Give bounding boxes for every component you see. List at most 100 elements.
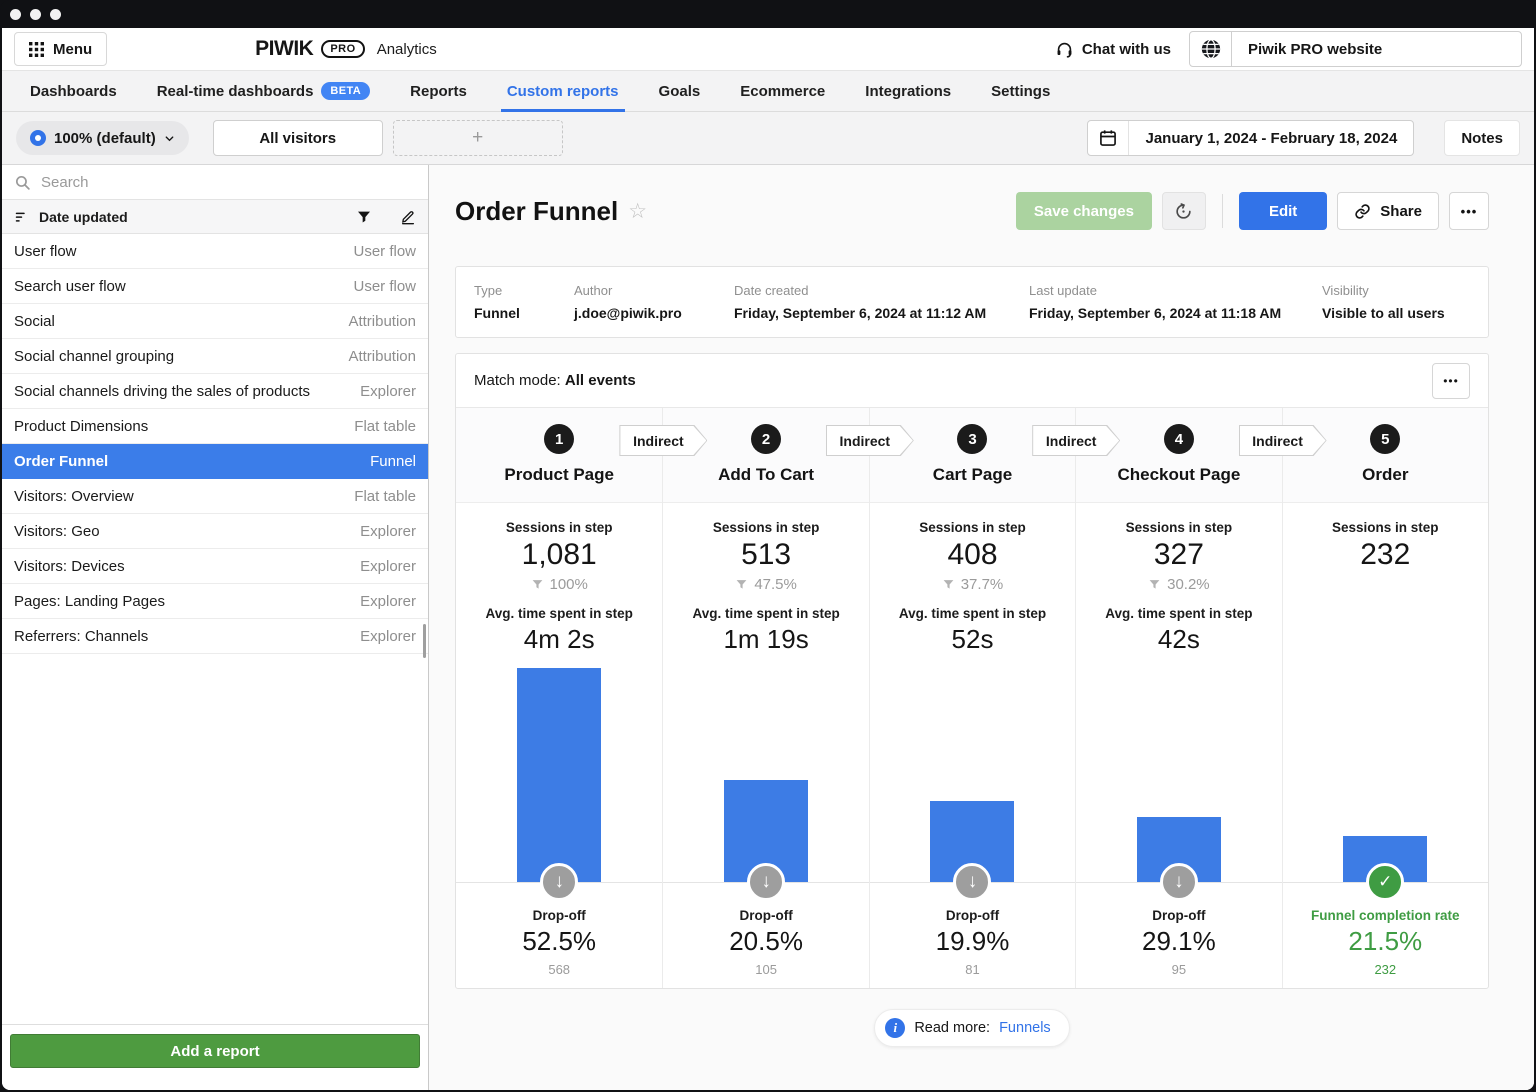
- nav-tab-ecommerce[interactable]: Ecommerce: [720, 71, 845, 111]
- sort-label[interactable]: Date updated: [39, 209, 346, 225]
- step-stats: Sessions in step 32730.2%Avg. time spent…: [1076, 503, 1281, 651]
- completion-label: Funnel completion rate: [1283, 908, 1488, 923]
- sessions-label: Sessions in step: [456, 520, 662, 535]
- report-name: Order Funnel: [14, 453, 108, 470]
- window-control-dot[interactable]: [50, 9, 61, 20]
- report-name: Search user flow: [14, 278, 126, 295]
- sidebar-item-social-channels-driving-the-sales-of-products[interactable]: Social channels driving the sales of pro…: [2, 374, 428, 409]
- edit-button[interactable]: Edit: [1239, 192, 1327, 230]
- nav-tab-custom-reports[interactable]: Custom reports: [487, 71, 639, 111]
- nav-tab-dashboards[interactable]: Dashboards: [10, 71, 137, 111]
- add-segment-button[interactable]: +: [393, 120, 563, 156]
- report-name: Social channels driving the sales of pro…: [14, 383, 310, 400]
- sidebar-item-referrers-channels[interactable]: Referrers: ChannelsExplorer: [2, 619, 428, 654]
- read-more-link[interactable]: Funnels: [999, 1020, 1051, 1036]
- more-actions-button[interactable]: •••: [1449, 192, 1489, 230]
- avg-time-label: Avg. time spent in step: [1076, 606, 1281, 621]
- nav-tabs: DashboardsReal-time dashboardsBETAReport…: [2, 70, 1534, 112]
- read-more-pill[interactable]: i Read more: Funnels: [874, 1009, 1069, 1047]
- sidebar-item-pages-landing-pages[interactable]: Pages: Landing PagesExplorer: [2, 584, 428, 619]
- date-range-picker[interactable]: January 1, 2024 - February 18, 2024: [1087, 120, 1414, 156]
- add-report-button[interactable]: Add a report: [10, 1034, 420, 1068]
- completion-count: 232: [1283, 962, 1488, 977]
- sessions-label: Sessions in step: [663, 520, 868, 535]
- sidebar-item-product-dimensions[interactable]: Product DimensionsFlat table: [2, 409, 428, 444]
- sidebar-item-search-user-flow[interactable]: Search user flowUser flow: [2, 269, 428, 304]
- report-type: Attribution: [348, 348, 416, 365]
- edit-pencil-icon[interactable]: [400, 209, 416, 225]
- sidebar-item-visitors-geo[interactable]: Visitors: GeoExplorer: [2, 514, 428, 549]
- traffic-sample-dropdown[interactable]: 100% (default): [16, 121, 189, 155]
- sessions-label: Sessions in step: [1076, 520, 1281, 535]
- sidebar-item-visitors-overview[interactable]: Visitors: OverviewFlat table: [2, 479, 428, 514]
- menu-button[interactable]: Menu: [14, 32, 107, 66]
- avg-time-label: Avg. time spent in step: [663, 606, 868, 621]
- search-input[interactable]: [41, 174, 416, 191]
- nav-tab-reports[interactable]: Reports: [390, 71, 487, 111]
- sidebar-item-order-funnel[interactable]: Order FunnelFunnel: [2, 444, 428, 479]
- meta-label: Author: [574, 283, 734, 298]
- sidebar-footer: Add a report: [2, 1024, 428, 1090]
- indirect-connector: Indirect: [1239, 425, 1327, 456]
- funnel-card: Match mode: All events ••• 1 Product Pag…: [455, 353, 1489, 989]
- app-header: Menu PIWIK PRO Analytics Chat with us: [2, 28, 1534, 70]
- match-mode-label: Match mode:: [474, 372, 561, 389]
- report-name: Product Dimensions: [14, 418, 148, 435]
- share-button[interactable]: Share: [1337, 192, 1439, 230]
- nav-tab-real-time-dashboards[interactable]: Real-time dashboardsBETA: [137, 71, 390, 111]
- ellipsis-icon: •••: [1443, 374, 1459, 388]
- segment-all-visitors-button[interactable]: All visitors: [213, 120, 383, 156]
- report-name: Visitors: Devices: [14, 558, 125, 575]
- favorite-star-icon[interactable]: ☆: [628, 199, 647, 224]
- meta-value: Friday, September 6, 2024 at 11:12 AM: [734, 305, 1029, 321]
- dropoff-arrow-icon: ↓: [540, 863, 578, 901]
- sidebar-scrollbar[interactable]: [423, 624, 426, 658]
- sidebar-item-user-flow[interactable]: User flowUser flow: [2, 234, 428, 269]
- menu-label: Menu: [53, 41, 92, 58]
- window-controls[interactable]: [10, 9, 61, 20]
- dropoff-label: Drop-off: [870, 908, 1075, 923]
- nav-tab-goals[interactable]: Goals: [639, 71, 721, 111]
- logo-piwik-text: PIWIK: [255, 37, 313, 61]
- dropoff-count: 568: [456, 962, 662, 977]
- sidebar-item-social[interactable]: SocialAttribution: [2, 304, 428, 339]
- completion-check-icon: ✓: [1366, 863, 1404, 901]
- dropoff-arrow-icon: ↓: [1160, 863, 1198, 901]
- step-number: 1: [544, 424, 574, 454]
- step-bar-area: ↓: [870, 651, 1075, 883]
- nav-tab-label: Settings: [991, 83, 1050, 100]
- sort-row: Date updated: [2, 200, 428, 234]
- save-changes-button[interactable]: Save changes: [1016, 192, 1152, 230]
- step-name: Checkout Page: [1117, 465, 1240, 485]
- site-selector[interactable]: Piwik PRO website: [1189, 31, 1522, 67]
- dropoff-percent: 19.9%: [870, 926, 1075, 957]
- funnel-step-order: Indirect 5 Order Sessions in step 232 ✓ …: [1282, 408, 1488, 988]
- report-name: User flow: [14, 243, 77, 260]
- sessions-value: 327: [1076, 538, 1281, 572]
- step-bar-area: ↓: [456, 651, 662, 883]
- meta-value: Funnel: [474, 305, 574, 321]
- nav-tab-integrations[interactable]: Integrations: [845, 71, 971, 111]
- nav-tab-settings[interactable]: Settings: [971, 71, 1070, 111]
- notes-button[interactable]: Notes: [1444, 120, 1520, 156]
- dropoff-label: Drop-off: [663, 908, 868, 923]
- sort-icon[interactable]: [14, 209, 29, 224]
- sidebar-item-visitors-devices[interactable]: Visitors: DevicesExplorer: [2, 549, 428, 584]
- dropoff-label: Drop-off: [456, 908, 662, 923]
- date-range-label: January 1, 2024 - February 18, 2024: [1128, 121, 1413, 155]
- reports-sidebar: Date updated User flowUser flowSearch us…: [2, 165, 429, 1090]
- meta-value: j.doe@piwik.pro: [574, 305, 734, 321]
- info-icon: i: [885, 1018, 905, 1038]
- window-control-dot[interactable]: [10, 9, 21, 20]
- chat-with-us-button[interactable]: Chat with us: [1055, 40, 1171, 59]
- sidebar-item-social-channel-grouping[interactable]: Social channel groupingAttribution: [2, 339, 428, 374]
- step-number: 3: [957, 424, 987, 454]
- funnel-more-button[interactable]: •••: [1432, 363, 1470, 399]
- step-bar[interactable]: [517, 668, 601, 882]
- globe-icon: [1190, 32, 1232, 66]
- window-control-dot[interactable]: [30, 9, 41, 20]
- refresh-button[interactable]: [1162, 192, 1206, 230]
- sample-label: 100% (default): [54, 130, 156, 147]
- share-label: Share: [1380, 203, 1422, 220]
- filter-icon[interactable]: [356, 209, 372, 225]
